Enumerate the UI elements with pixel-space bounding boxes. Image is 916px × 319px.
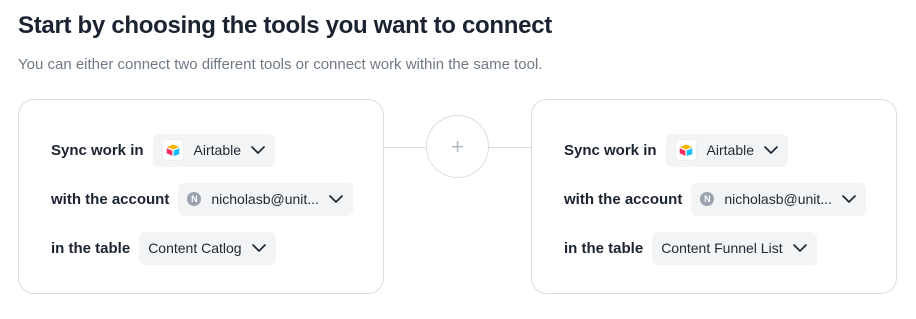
target-tool-panel: Sync work in Airtable with the account N… (531, 99, 897, 294)
tool-dropdown[interactable]: Airtable (665, 133, 788, 167)
tool-label: Sync work in (51, 141, 144, 159)
avatar: N (187, 192, 202, 206)
chevron-down-icon (251, 146, 265, 154)
tool-row: Sync work in Airtable (51, 133, 275, 167)
chevron-down-icon (764, 146, 778, 154)
account-dropdown[interactable]: N nicholasb@unit... (178, 182, 353, 216)
table-dropdown[interactable]: Content Catlog (139, 231, 276, 265)
tool-label: Sync work in (564, 141, 657, 159)
airtable-logo-icon (161, 139, 184, 161)
avatar: N (700, 192, 715, 206)
chevron-down-icon (329, 195, 343, 203)
table-label: in the table (51, 239, 131, 257)
table-label: in the table (564, 239, 644, 257)
account-value: nicholasb@unit... (211, 191, 319, 207)
tool-dropdown[interactable]: Airtable (152, 133, 275, 167)
account-label: with the account (51, 190, 170, 208)
add-connection-button[interactable]: + (426, 115, 489, 178)
tool-value: Airtable (193, 142, 241, 158)
connector-line (489, 147, 531, 148)
account-dropdown[interactable]: N nicholasb@unit... (691, 182, 866, 216)
page-subtitle: You can either connect two different too… (18, 56, 543, 73)
plus-icon: + (451, 133, 464, 159)
connector-line (384, 147, 426, 148)
account-row: with the account N nicholasb@unit... (564, 182, 866, 216)
table-dropdown[interactable]: Content Funnel List (652, 231, 817, 265)
page-title: Start by choosing the tools you want to … (18, 12, 552, 39)
chevron-down-icon (251, 244, 266, 252)
table-row: in the table Content Catlog (51, 231, 276, 265)
account-row: with the account N nicholasb@unit... (51, 182, 353, 216)
table-value: Content Catlog (148, 240, 242, 256)
source-tool-panel: Sync work in Airtable with the account N… (18, 99, 384, 294)
table-row: in the table Content Funnel List (564, 231, 817, 265)
chevron-down-icon (842, 195, 856, 203)
airtable-logo-icon (674, 139, 697, 161)
table-value: Content Funnel List (661, 240, 783, 256)
account-value: nicholasb@unit... (724, 191, 832, 207)
tool-row: Sync work in Airtable (564, 133, 788, 167)
chevron-down-icon (792, 244, 807, 252)
tool-value: Airtable (706, 142, 754, 158)
account-label: with the account (564, 190, 683, 208)
